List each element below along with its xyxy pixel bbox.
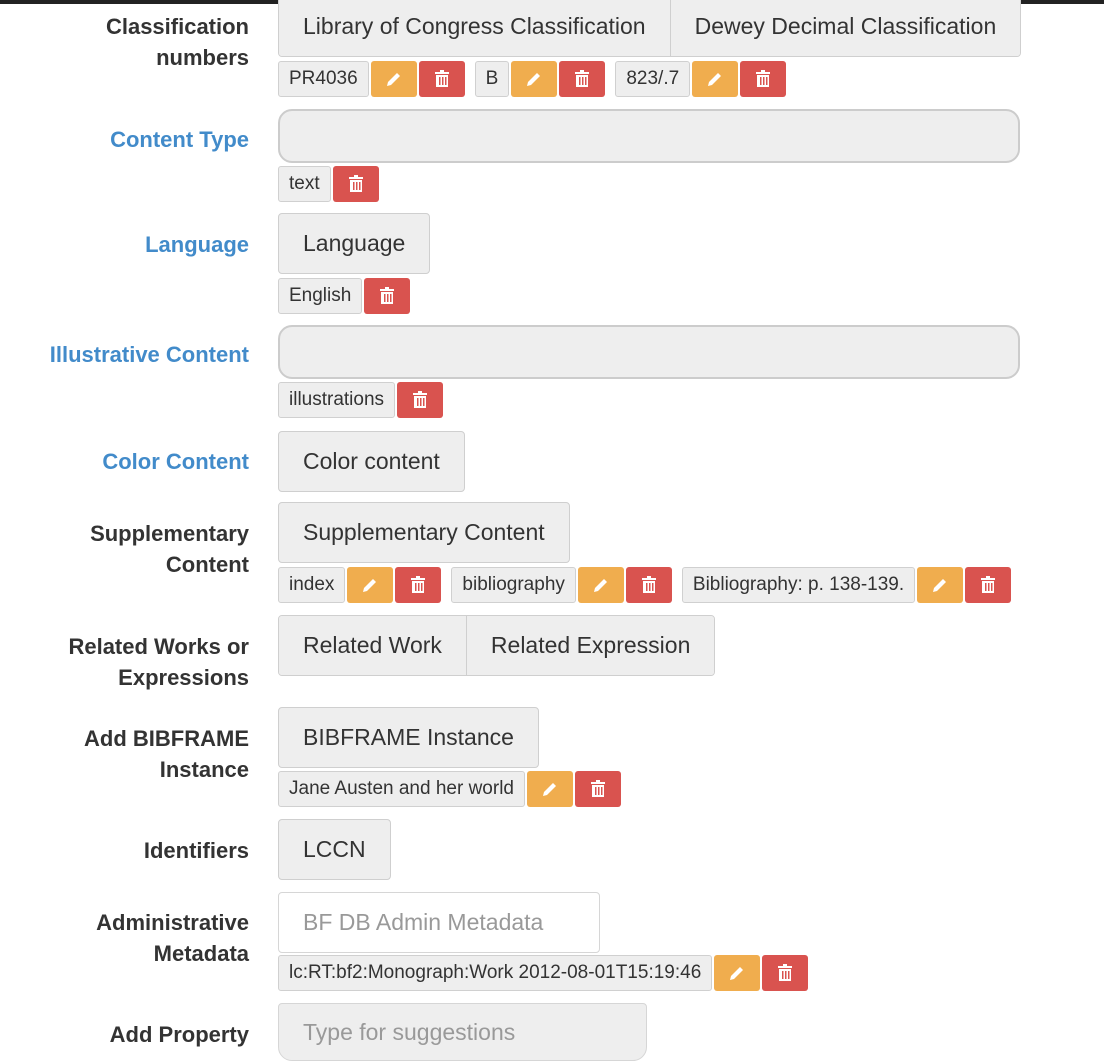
- pencil-icon[interactable]: [577, 567, 624, 603]
- chip-text: bibliography: [451, 567, 576, 603]
- value-chip: Jane Austen and her world: [278, 771, 621, 807]
- add-property-input[interactable]: Type for suggestions: [278, 1003, 647, 1061]
- value-chip: lc:RT:bf2:Monograph:Work 2012-08-01T15:1…: [278, 955, 809, 991]
- label-line: Metadata: [153, 941, 249, 966]
- language-values: English: [278, 278, 420, 314]
- related-button-group: Related Work Related Expression: [278, 615, 716, 676]
- trash-icon[interactable]: [965, 567, 1012, 603]
- chip-text: English: [278, 278, 363, 314]
- label-administrative-metadata: Administrative Metadata: [0, 907, 249, 969]
- lccn-button[interactable]: LCCN: [278, 819, 391, 880]
- trash-icon[interactable]: [559, 61, 606, 97]
- label-line: Classification: [105, 14, 249, 39]
- bibframe-instance-button[interactable]: BIBFRAME Instance: [278, 707, 539, 768]
- color-content-button[interactable]: Color content: [278, 431, 465, 492]
- label-line: Related Works or: [68, 634, 249, 659]
- pencil-icon[interactable]: [714, 955, 761, 991]
- label-line: Add BIBFRAME: [84, 726, 249, 751]
- value-chip: English: [278, 278, 411, 314]
- label-line: Content: [165, 552, 249, 577]
- pencil-icon[interactable]: [917, 567, 964, 603]
- ddc-button[interactable]: Dewey Decimal Classification: [669, 0, 1021, 56]
- value-chip: Bibliography: p. 138-139.: [681, 567, 1012, 603]
- label-line: Administrative: [96, 910, 249, 935]
- lcc-button[interactable]: Library of Congress Classification: [279, 0, 670, 56]
- label-supplementary-content: Supplementary Content: [0, 518, 249, 580]
- related-expression-button[interactable]: Related Expression: [465, 616, 715, 675]
- pencil-icon[interactable]: [347, 567, 394, 603]
- label-line: numbers: [156, 45, 249, 70]
- chip-text: illustrations: [278, 382, 396, 418]
- trash-icon[interactable]: [418, 61, 465, 97]
- label-content-type[interactable]: Content Type: [0, 124, 249, 155]
- label-classification-numbers: Classification numbers: [0, 11, 249, 73]
- trash-icon[interactable]: [364, 278, 411, 314]
- chip-text: text: [278, 166, 331, 202]
- label-language[interactable]: Language: [0, 229, 249, 260]
- admin-values: lc:RT:bf2:Monograph:Work 2012-08-01T15:1…: [278, 955, 818, 991]
- value-chip: PR4036: [278, 61, 465, 97]
- trash-icon[interactable]: [395, 567, 442, 603]
- trash-icon[interactable]: [625, 567, 672, 603]
- label-line: Expressions: [118, 665, 249, 690]
- label-add-bibframe-instance: Add BIBFRAME Instance: [0, 723, 249, 785]
- pencil-icon[interactable]: [527, 771, 573, 807]
- pencil-icon[interactable]: [370, 61, 417, 97]
- chip-text: 823/.7: [615, 61, 691, 97]
- chip-text: index: [278, 567, 346, 603]
- label-related-works: Related Works or Expressions: [0, 631, 249, 693]
- chip-text: lc:RT:bf2:Monograph:Work 2012-08-01T15:1…: [278, 955, 713, 991]
- classification-button-group: Library of Congress Classification Dewey…: [278, 0, 1022, 57]
- supplementary-content-button[interactable]: Supplementary Content: [278, 502, 570, 563]
- trash-icon[interactable]: [762, 955, 809, 991]
- trash-icon[interactable]: [397, 382, 444, 418]
- supplementary-values: index bibliography Bibliography: p. 138-…: [278, 567, 1021, 603]
- value-chip: B: [474, 61, 606, 97]
- illustrative-content-input[interactable]: [278, 325, 1020, 379]
- label-color-content[interactable]: Color Content: [0, 446, 249, 477]
- related-work-button[interactable]: Related Work: [279, 616, 466, 675]
- label-identifiers: Identifiers: [143, 838, 249, 863]
- label-line: Supplementary: [90, 521, 249, 546]
- chip-text: Jane Austen and her world: [278, 771, 525, 807]
- label-add-property: Add Property: [109, 1022, 249, 1047]
- language-button[interactable]: Language: [278, 213, 431, 274]
- label-line: Instance: [159, 757, 249, 782]
- classification-values: PR4036 B 823/.7: [278, 61, 796, 97]
- content-type-values: text: [278, 166, 389, 202]
- trash-icon[interactable]: [575, 771, 621, 807]
- value-chip: bibliography: [451, 567, 672, 603]
- pencil-icon[interactable]: [692, 61, 739, 97]
- admin-metadata-input[interactable]: BF DB Admin Metadata: [278, 892, 600, 953]
- trash-icon[interactable]: [332, 166, 379, 202]
- chip-text: Bibliography: p. 138-139.: [681, 567, 916, 603]
- illustrative-values: illustrations: [278, 382, 453, 418]
- value-chip: text: [278, 166, 379, 202]
- instance-values: Jane Austen and her world: [278, 771, 631, 807]
- trash-icon[interactable]: [740, 61, 787, 97]
- chip-text: B: [474, 61, 510, 97]
- label-illustrative-content[interactable]: Illustrative Content: [0, 339, 249, 370]
- value-chip: index: [278, 567, 442, 603]
- pencil-icon[interactable]: [511, 61, 558, 97]
- content-type-input[interactable]: [278, 109, 1020, 163]
- value-chip: illustrations: [278, 382, 444, 418]
- chip-text: PR4036: [278, 61, 369, 97]
- value-chip: 823/.7: [615, 61, 787, 97]
